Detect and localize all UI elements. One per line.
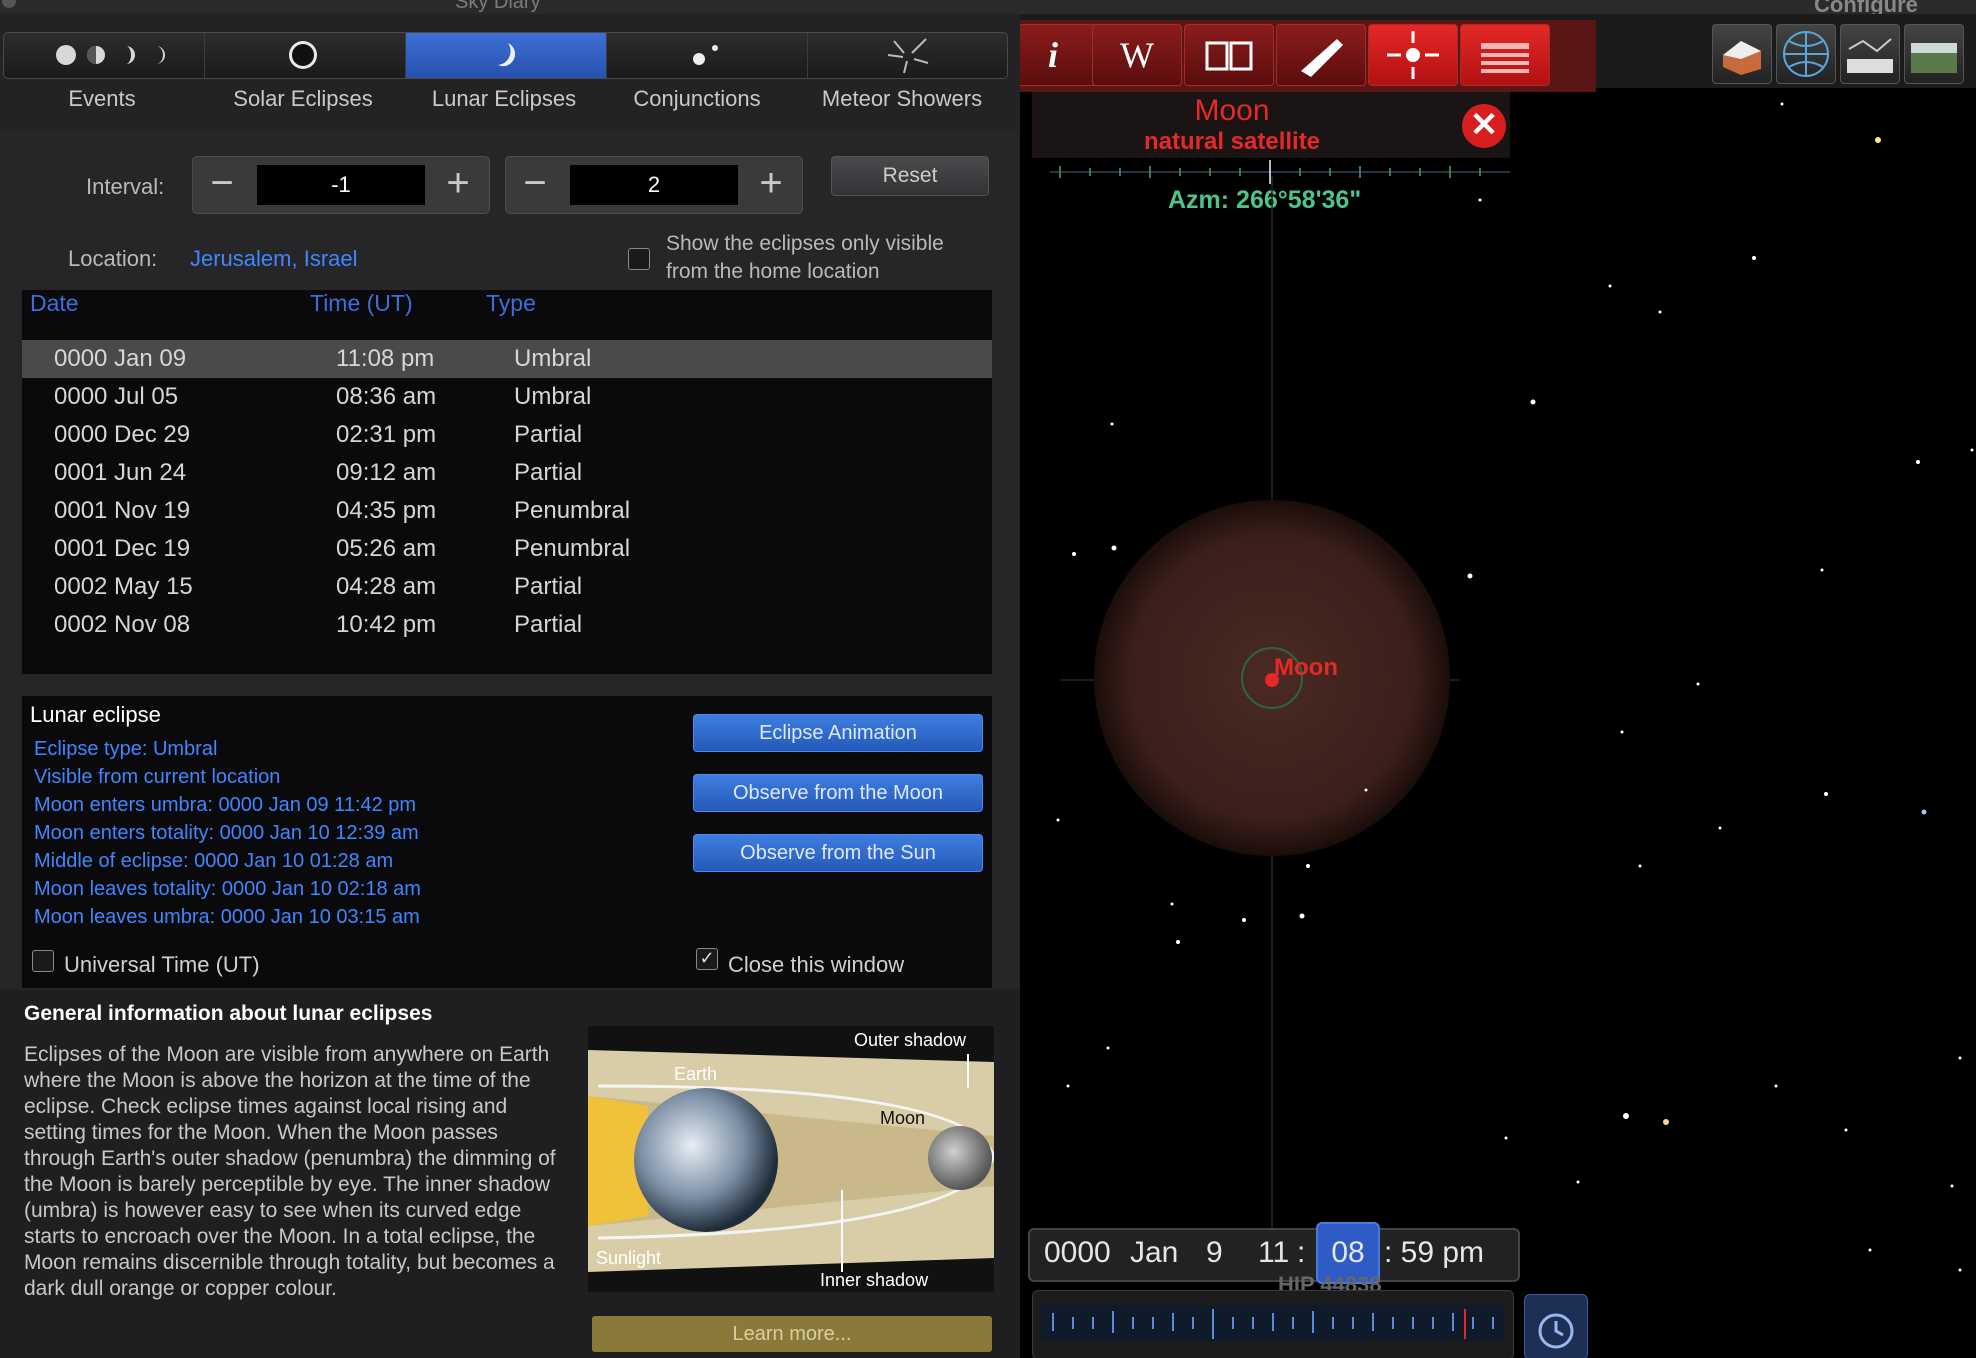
info-title: General information about lunar eclipses bbox=[24, 1002, 433, 1025]
detail-line: Moon leaves umbra: 0000 Jan 10 03:15 am bbox=[34, 906, 420, 928]
meteor-shower-icon bbox=[887, 38, 929, 74]
location-link[interactable]: Jerusalem, Israel bbox=[190, 246, 358, 272]
solar-eclipse-icon bbox=[289, 41, 317, 69]
time-day[interactable]: 9 bbox=[1206, 1236, 1223, 1270]
window-close-icon[interactable] bbox=[2, 0, 16, 8]
table-row[interactable]: 0002 Nov 08 10:42 pm Partial bbox=[22, 606, 992, 644]
increment-button[interactable]: + bbox=[429, 157, 487, 213]
tab-label-conjunctions[interactable]: Conjunctions bbox=[597, 86, 797, 112]
tab-label-events[interactable]: Events bbox=[2, 86, 202, 112]
tab-label-solar-eclipses[interactable]: Solar Eclipses bbox=[203, 86, 403, 112]
tab-solar-eclipses[interactable] bbox=[205, 33, 406, 78]
label-earth: Earth bbox=[674, 1064, 718, 1084]
time-separator: : bbox=[1297, 1236, 1306, 1269]
home-only-label-line1: Show the eclipses only visible bbox=[666, 232, 944, 255]
observe-from-moon-button[interactable]: Observe from the Moon bbox=[693, 774, 983, 812]
time-slider[interactable] bbox=[1032, 1290, 1514, 1358]
time-year[interactable]: 0000 bbox=[1044, 1236, 1111, 1270]
title-bar: Sky Diary bbox=[0, 0, 1020, 14]
tab-strip bbox=[3, 32, 1008, 79]
home-only-checkbox[interactable] bbox=[628, 248, 650, 270]
time-hour[interactable]: 11 bbox=[1258, 1236, 1289, 1270]
table-row[interactable]: 0001 Nov 19 04:35 pm Penumbral bbox=[22, 492, 992, 530]
column-type[interactable]: Type bbox=[486, 290, 536, 317]
reset-button[interactable]: Reset bbox=[831, 156, 989, 196]
detail-line: Middle of eclipse: 0000 Jan 10 01:28 am bbox=[34, 850, 394, 872]
moon-phases-icon bbox=[56, 45, 165, 65]
close-window-label: Close this window bbox=[728, 952, 905, 977]
star-field bbox=[1056, 102, 1974, 1272]
time-second[interactable]: : 59 pm bbox=[1384, 1236, 1484, 1270]
tab-bar: Events Solar Eclipses Lunar Eclipses Con… bbox=[0, 14, 1020, 130]
detail-line: Visible from current location bbox=[34, 766, 281, 788]
table-header: Date Time (UT) Type bbox=[22, 290, 992, 334]
interval-from-value[interactable]: -1 bbox=[257, 165, 425, 205]
increment-button[interactable]: + bbox=[742, 157, 800, 213]
sky-diary-panel: Sky Diary Events Solar Eclipses Lunar Ec… bbox=[0, 0, 1020, 1358]
conjunction-icon bbox=[693, 45, 718, 65]
interval-label: Interval: bbox=[86, 174, 165, 199]
info-text: Eclipses of the Moon are visible from an… bbox=[24, 1043, 556, 1300]
universal-time-checkbox[interactable] bbox=[32, 950, 54, 972]
tab-lunar-eclipses[interactable] bbox=[406, 33, 607, 78]
general-info: General information about lunar eclipses… bbox=[0, 990, 1020, 1358]
column-time[interactable]: Time (UT) bbox=[310, 290, 413, 317]
tab-meteor-showers[interactable] bbox=[808, 33, 1007, 78]
tab-events[interactable] bbox=[4, 33, 205, 78]
tab-label-meteor-showers[interactable]: Meteor Showers bbox=[802, 86, 1002, 112]
table-row[interactable]: 0000 Jul 05 08:36 am Umbral bbox=[22, 378, 992, 416]
close-window-checkbox[interactable]: ✓ bbox=[696, 948, 718, 970]
eclipse-animation-button[interactable]: Eclipse Animation bbox=[693, 714, 983, 752]
interval-to-value[interactable]: 2 bbox=[570, 165, 738, 205]
time-month[interactable]: Jan bbox=[1130, 1236, 1178, 1270]
tab-label-lunar-eclipses[interactable]: Lunar Eclipses bbox=[404, 86, 604, 112]
detail-line: Moon enters totality: 0000 Jan 10 12:39 … bbox=[34, 822, 419, 844]
location-label: Location: bbox=[68, 246, 158, 271]
eclipse-table: Date Time (UT) Type 0000 Jan 09 11:08 pm U… bbox=[22, 290, 992, 674]
lunar-eclipse-icon bbox=[498, 43, 516, 67]
window-title: Sky Diary bbox=[455, 0, 541, 13]
clock-icon[interactable] bbox=[1524, 1294, 1588, 1358]
interval-from-stepper: − -1 + bbox=[192, 156, 490, 214]
detail-line: Moon leaves totality: 0000 Jan 10 02:18 … bbox=[34, 878, 421, 900]
eclipse-diagram: Outer shadow Earth Moon Sunlight Inner s… bbox=[588, 1026, 994, 1292]
home-only-label-line2: from the home location bbox=[666, 260, 880, 283]
label-moon: Moon bbox=[880, 1108, 926, 1128]
time-display: 0000 Jan 9 11 : 08 : 59 pm bbox=[1028, 1222, 1520, 1284]
table-row[interactable]: 0001 Dec 19 05:26 am Penumbral bbox=[22, 530, 992, 568]
observe-from-sun-button[interactable]: Observe from the Sun bbox=[693, 834, 983, 872]
eclipse-details: Lunar eclipse Eclipse type: Umbral Visib… bbox=[22, 696, 992, 988]
interval-to-stepper: − 2 + bbox=[505, 156, 803, 214]
learn-more-button[interactable]: Learn more... bbox=[592, 1316, 992, 1352]
tab-conjunctions[interactable] bbox=[607, 33, 808, 78]
decrement-button[interactable]: − bbox=[506, 157, 564, 213]
moon-label[interactable]: Moon bbox=[1274, 654, 1338, 682]
table-row[interactable]: 0001 Jun 24 09:12 am Partial bbox=[22, 454, 992, 492]
sky-view[interactable]: Configure i W Moon natural satellite ✕ A… bbox=[1020, 0, 1976, 1358]
label-outer-shadow: Outer shadow bbox=[854, 1030, 967, 1050]
details-title: Lunar eclipse bbox=[30, 702, 161, 727]
decrement-button[interactable]: − bbox=[193, 157, 251, 213]
table-row[interactable]: 0000 Jan 09 11:08 pm Umbral bbox=[22, 340, 992, 378]
label-inner-shadow: Inner shadow bbox=[820, 1270, 929, 1290]
table-row[interactable]: 0000 Dec 29 02:31 pm Partial bbox=[22, 416, 992, 454]
column-date[interactable]: Date bbox=[30, 290, 79, 317]
universal-time-label: Universal Time (UT) bbox=[64, 952, 260, 977]
detail-line: Eclipse type: Umbral bbox=[34, 738, 218, 760]
label-sunlight: Sunlight bbox=[596, 1248, 662, 1268]
table-row[interactable]: 0002 May 15 04:28 am Partial bbox=[22, 568, 992, 606]
detail-line: Moon enters umbra: 0000 Jan 09 11:42 pm bbox=[34, 794, 417, 816]
